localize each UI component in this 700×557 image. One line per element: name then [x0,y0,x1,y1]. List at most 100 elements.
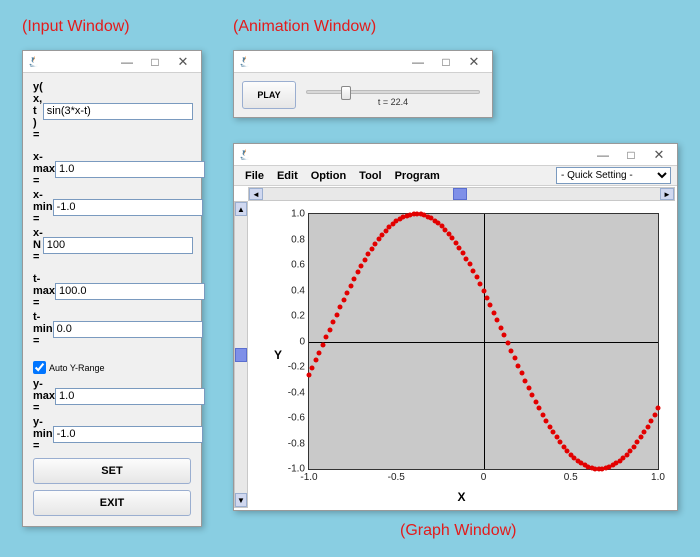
x-tick: 0 [481,472,487,483]
data-point [331,320,336,325]
data-point [498,325,503,330]
data-point [373,241,378,246]
x-tick: -1.0 [300,472,317,483]
animation-window: — □ ✕ PLAY t = 22.4 [233,50,493,118]
scroll-down-button[interactable]: ▼ [235,493,247,507]
maximize-button[interactable]: □ [617,145,645,165]
xmax-label: x-max = [33,151,55,187]
maximize-button[interactable]: □ [141,52,169,72]
exit-button[interactable]: EXIT [33,490,191,516]
data-point [467,262,472,267]
quick-setting-select[interactable]: - Quick Setting - [556,167,671,184]
xn-label: x-N = [33,227,43,263]
data-point [505,340,510,345]
horizontal-scrollbar[interactable]: ◄ ► [248,187,675,201]
y-tick: -0.4 [288,387,305,398]
y-tick: 0.6 [291,260,305,271]
data-point [355,270,360,275]
data-point [478,281,483,286]
xmin-label: x-min = [33,189,53,225]
hscroll-thumb[interactable] [453,188,467,200]
y-tick: 0.8 [291,234,305,245]
y-tick: 0.2 [291,311,305,322]
data-point [324,335,329,340]
data-point [491,310,496,315]
y-tick: 0 [299,336,305,347]
xn-input[interactable] [43,237,193,254]
data-point [369,246,374,251]
close-button[interactable]: ✕ [169,52,197,72]
data-point [495,318,500,323]
data-point [540,412,545,417]
data-point [544,418,549,423]
maximize-button[interactable]: □ [432,52,460,72]
auto-y-checkbox[interactable] [33,361,46,374]
xmax-input[interactable] [55,161,205,178]
y-tick: -0.6 [288,413,305,424]
x-tick: 0.5 [564,472,578,483]
data-point [516,363,521,368]
menu-program[interactable]: Program [390,168,445,184]
minimize-button[interactable]: — [113,52,141,72]
data-point [366,252,371,257]
menu-edit[interactable]: Edit [272,168,303,184]
input-window: — □ ✕ y( x, t ) = x-max = x-min = x-N = … [22,50,202,527]
vscroll-thumb[interactable] [235,348,247,362]
data-point [537,406,542,411]
data-point [359,264,364,269]
menu-option[interactable]: Option [306,168,351,184]
data-point [341,297,346,302]
x-tick: 1.0 [651,472,665,483]
animation-caption: (Animation Window) [233,18,376,36]
data-point [474,275,479,280]
anim-titlebar[interactable]: — □ ✕ [234,51,492,73]
data-point [652,412,657,417]
tmin-input[interactable] [53,321,203,338]
data-point [345,290,350,295]
plot-canvas: 1.00.80.60.40.20-0.2-0.4-0.6-0.8-1.0-1.0… [308,213,659,470]
minimize-button[interactable]: — [404,52,432,72]
data-point [457,245,462,250]
data-point [526,385,531,390]
y-tick: -0.2 [288,362,305,373]
xmin-input[interactable] [53,199,203,216]
input-titlebar[interactable]: — □ ✕ [23,51,201,73]
menu-file[interactable]: File [240,168,269,184]
data-point [464,256,469,261]
auto-y-label: Auto Y-Range [49,363,105,373]
data-point [310,365,315,370]
func-input[interactable] [43,103,193,120]
data-point [551,430,556,435]
data-point [307,373,312,378]
ymax-input[interactable] [55,388,205,405]
menu-tool[interactable]: Tool [354,168,386,184]
y-tick: -0.8 [288,438,305,449]
close-button[interactable]: ✕ [645,145,673,165]
minimize-button[interactable]: — [589,145,617,165]
data-point [484,295,489,300]
ymin-input[interactable] [53,426,203,443]
data-point [320,342,325,347]
data-point [376,237,381,242]
set-button[interactable]: SET [33,458,191,484]
vertical-scrollbar[interactable]: ▲ ▼ [234,201,248,508]
scroll-up-button[interactable]: ▲ [235,202,247,216]
menubar: File Edit Option Tool Program - Quick Se… [234,166,677,186]
slider-thumb[interactable] [341,86,351,100]
input-caption: (Input Window) [22,18,130,36]
data-point [471,268,476,273]
graph-titlebar[interactable]: — □ ✕ [234,144,677,166]
java-icon [27,55,41,69]
play-button[interactable]: PLAY [242,81,296,109]
data-point [509,348,514,353]
tmax-input[interactable] [55,283,205,300]
close-button[interactable]: ✕ [460,52,488,72]
x-tick: -0.5 [388,472,405,483]
scroll-left-button[interactable]: ◄ [249,188,263,200]
time-slider[interactable] [306,90,480,94]
data-point [460,250,465,255]
scroll-right-button[interactable]: ► [660,188,674,200]
data-point [656,406,661,411]
data-point [317,350,322,355]
graph-caption: (Graph Window) [400,522,516,540]
